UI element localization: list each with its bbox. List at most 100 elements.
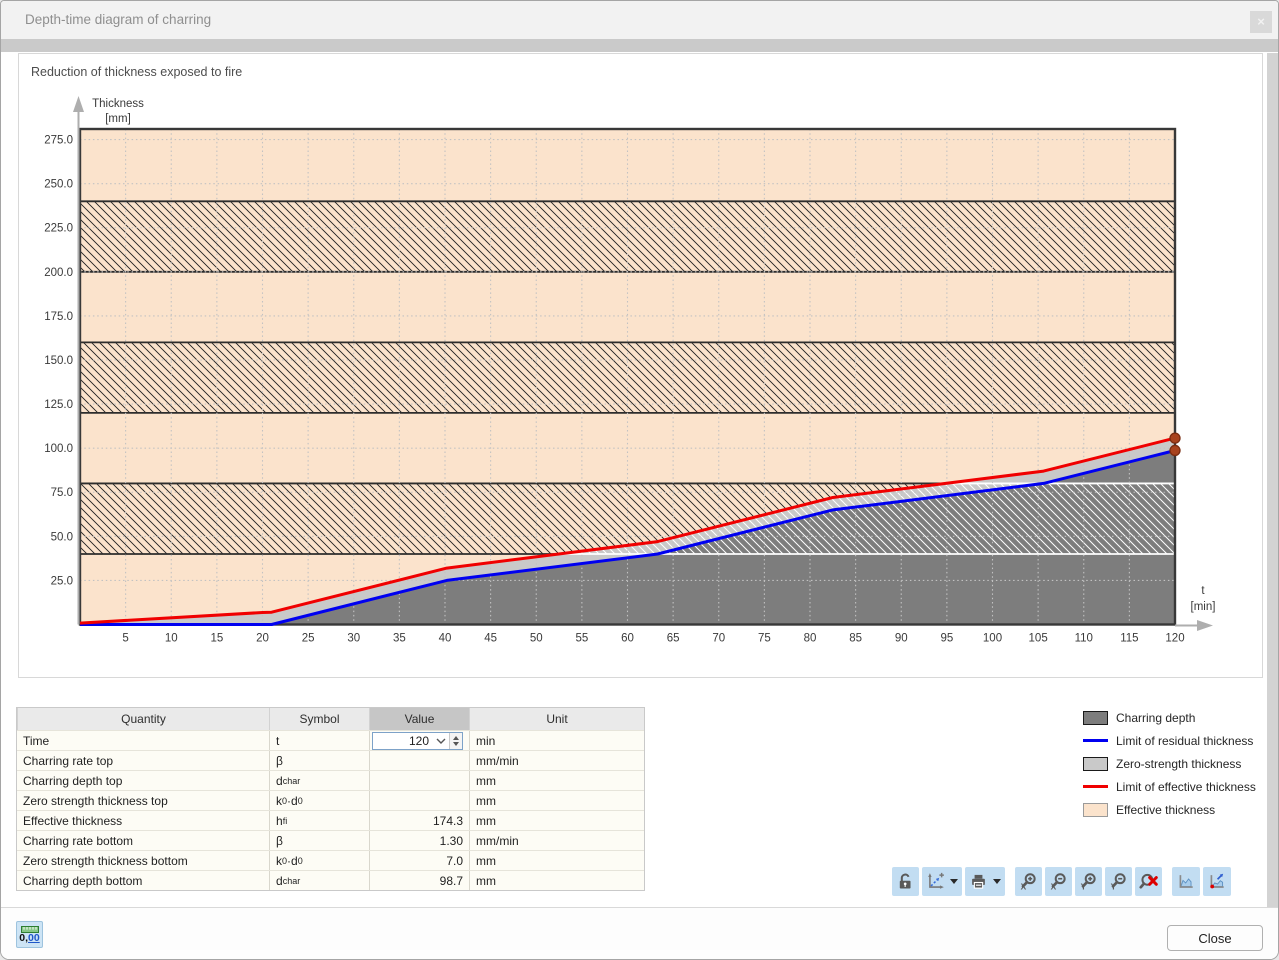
- value-cell: 7.0: [369, 851, 469, 870]
- svg-text:[min]: [min]: [1191, 601, 1216, 613]
- svg-text:X: X: [1051, 881, 1057, 891]
- svg-text:105: 105: [1029, 633, 1048, 645]
- window-close-button[interactable]: ×: [1250, 11, 1272, 33]
- time-spinner[interactable]: 120: [372, 732, 463, 750]
- spinner-arrows[interactable]: [449, 733, 462, 749]
- svg-text:55: 55: [575, 633, 588, 645]
- table-row: Timet120 min: [17, 730, 644, 750]
- column-header-symbol[interactable]: Symbol: [269, 708, 369, 730]
- printer-icon: [969, 872, 988, 891]
- legend-label: Charring depth: [1116, 711, 1195, 725]
- column-header-quantity[interactable]: Quantity: [17, 708, 269, 730]
- zoom-out-y-icon: Y: [1109, 872, 1128, 891]
- svg-text:20: 20: [256, 633, 269, 645]
- table-header: QuantitySymbolValueUnit: [17, 708, 644, 730]
- zoom-reset-button[interactable]: [1135, 867, 1162, 896]
- symbol-cell: hfi: [269, 811, 369, 830]
- value-cell: 1.30: [369, 831, 469, 850]
- table-row: Charring rate bottomβ1.30mm/min: [17, 830, 644, 850]
- table-row: Charring rate topβ mm/min: [17, 750, 644, 770]
- quantity-cell: Charring depth top: [17, 771, 269, 790]
- dropdown-chevron-icon[interactable]: [433, 738, 449, 744]
- unit-cell: mm: [469, 871, 644, 890]
- spin-down-icon[interactable]: [453, 742, 459, 746]
- legend-line-swatch: [1083, 785, 1108, 788]
- svg-text:75: 75: [758, 633, 771, 645]
- lock-open-button[interactable]: [892, 867, 919, 896]
- svg-text:115: 115: [1120, 633, 1138, 645]
- symbol-cell: k0·d0: [269, 851, 369, 870]
- svg-text:25.0: 25.0: [51, 575, 73, 587]
- chart-toolbar: X X Y Y: [892, 867, 1234, 896]
- dialog-footer: 0,00 Close: [1, 907, 1278, 960]
- unit-cell: min: [469, 731, 644, 750]
- quantity-cell: Time: [17, 731, 269, 750]
- svg-text:15: 15: [210, 633, 223, 645]
- quantity-cell: Charring rate top: [17, 751, 269, 770]
- column-header-unit[interactable]: Unit: [469, 708, 644, 730]
- legend-fill-swatch: [1083, 757, 1108, 771]
- unit-cell: mm/min: [469, 831, 644, 850]
- close-button[interactable]: Close: [1167, 925, 1263, 951]
- zoom-out-x-icon: X: [1049, 872, 1068, 891]
- zoom-reset-icon: [1139, 872, 1158, 891]
- svg-text:30: 30: [347, 633, 360, 645]
- svg-text:100.0: 100.0: [44, 443, 73, 455]
- column-header-value[interactable]: Value: [369, 708, 469, 730]
- legend-item: Zero-strength thickness: [1083, 752, 1256, 775]
- dropdown-caret-icon: [993, 879, 1001, 884]
- chart-fit-icon: [1207, 872, 1227, 891]
- legend-label: Limit of residual thickness: [1116, 734, 1253, 748]
- svg-text:10: 10: [165, 633, 178, 645]
- zoom-in-x-button[interactable]: X: [1015, 867, 1042, 896]
- svg-text:5: 5: [122, 633, 128, 645]
- chart-area-icon: [1176, 872, 1196, 891]
- unit-cell: mm/min: [469, 751, 644, 770]
- legend-fill-swatch: [1083, 711, 1108, 725]
- svg-text:95: 95: [940, 633, 953, 645]
- legend-item: Limit of residual thickness: [1083, 729, 1256, 752]
- chart-fit-button[interactable]: [1203, 867, 1231, 896]
- dialog-content: 25.050.075.0100.0125.0150.0175.0200.0225…: [1, 52, 1278, 907]
- table-row: Charring depth topdcharmm: [17, 770, 644, 790]
- svg-text:275.0: 275.0: [44, 135, 73, 147]
- chart-area-button[interactable]: [1172, 867, 1200, 896]
- table-row: Charring depth bottomdchar98.7mm: [17, 870, 644, 890]
- titlebar: Depth-time diagram of charring ×: [1, 1, 1278, 39]
- legend-fill-swatch: [1083, 803, 1108, 817]
- unit-cell: mm: [469, 851, 644, 870]
- value-cell: 174.3: [369, 811, 469, 830]
- chart-panel: 25.050.075.0100.0125.0150.0175.0200.0225…: [18, 53, 1263, 678]
- svg-text:120: 120: [1165, 633, 1184, 645]
- symbol-cell: t: [269, 731, 369, 750]
- svg-text:200.0: 200.0: [44, 267, 73, 279]
- quantity-cell: Zero strength thickness top: [17, 791, 269, 810]
- symbol-cell: dchar: [269, 871, 369, 890]
- decimal-places-button[interactable]: 0,00: [16, 921, 43, 948]
- value-cell: [369, 771, 469, 790]
- svg-text:150.0: 150.0: [44, 355, 73, 367]
- symbol-cell: β: [269, 751, 369, 770]
- value-cell[interactable]: 120: [369, 731, 469, 750]
- svg-text:60: 60: [621, 633, 634, 645]
- symbol-cell: β: [269, 831, 369, 850]
- spin-up-icon[interactable]: [453, 736, 459, 740]
- value-cell: [369, 751, 469, 770]
- svg-text:75.0: 75.0: [51, 487, 73, 499]
- svg-text:50.0: 50.0: [51, 531, 73, 543]
- results-table: QuantitySymbolValueUnitTimet120minCharri…: [16, 707, 645, 891]
- zoom-in-y-button[interactable]: Y: [1075, 867, 1102, 896]
- svg-text:X: X: [1021, 881, 1027, 891]
- table-row: Zero strength thickness bottomk0·d07.0mm: [17, 850, 644, 870]
- symbol-cell: dchar: [269, 771, 369, 790]
- printer-button[interactable]: [965, 867, 1005, 896]
- value-cell: 98.7: [369, 871, 469, 890]
- scrollbar-track[interactable]: [1267, 53, 1278, 907]
- chart-title: Reduction of thickness exposed to fire: [31, 65, 242, 79]
- zoom-out-y-button[interactable]: Y: [1105, 867, 1132, 896]
- svg-text:Y: Y: [1081, 881, 1087, 891]
- svg-text:110: 110: [1075, 633, 1093, 645]
- chart-axis-add-button[interactable]: [922, 867, 962, 896]
- zoom-out-x-button[interactable]: X: [1045, 867, 1072, 896]
- decimal-format-label: 0,00: [19, 933, 39, 943]
